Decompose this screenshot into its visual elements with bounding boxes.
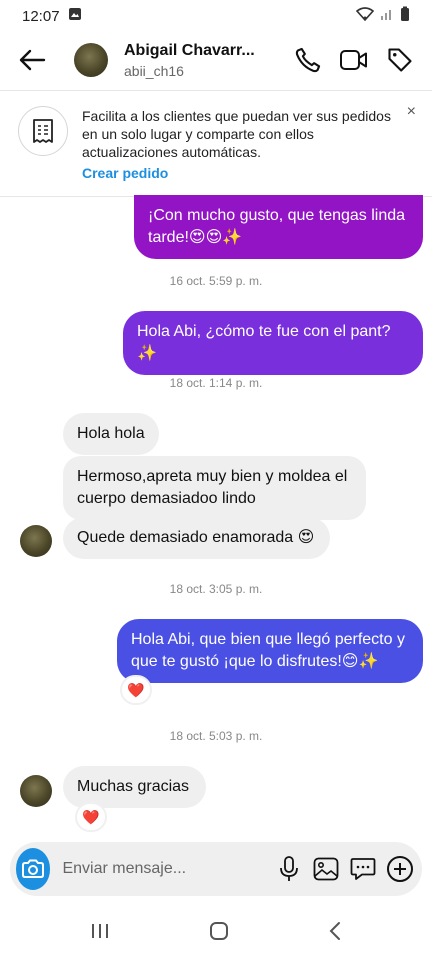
gallery-notification-icon [68,7,82,25]
message-timestamp: 18 oct. 5:03 p. m. [169,729,263,743]
image-icon [313,857,339,881]
quick-replies-button[interactable] [345,847,381,891]
video-camera-icon [340,50,367,70]
status-bar: 12:07 [0,0,432,32]
camera-icon [22,859,45,878]
plus-circle-icon [386,856,413,882]
system-nav-bar [0,906,432,960]
message-input[interactable] [62,860,270,878]
recent-apps-icon [91,923,108,938]
voice-message-button[interactable] [270,847,306,891]
create-order-link[interactable]: Crear pedido [82,165,168,181]
signal-icon [380,7,394,25]
chat-header: Abigail Chavarr... abii_ch16 [0,32,432,88]
contact-username: abii_ch16 [124,62,184,79]
order-banner: Facilita a los clientes que puedan ver s… [0,90,432,197]
message-bubble-incoming[interactable]: Hermoso,apreta muy bien y moldea el cuer… [63,456,366,520]
call-button[interactable] [286,38,330,82]
heart-reaction[interactable]: ❤️ [75,802,107,832]
message-bubble-outgoing[interactable]: Hola Abi, que bien que llegó perfecto y … [117,619,423,683]
contact-info[interactable]: Abigail Chavarr... abii_ch16 [124,42,255,79]
message-bubble-outgoing[interactable]: Hola Abi, ¿cómo te fue con el pant?✨ [123,311,423,375]
message-bubble-incoming[interactable]: Hola hola [63,413,159,455]
receipt-icon [18,106,68,156]
home-button[interactable] [208,920,230,947]
heart-icon: ❤️ [127,681,145,698]
home-icon [209,921,228,940]
label-button[interactable] [378,38,422,82]
contact-avatar-small[interactable] [20,525,52,557]
message-bubble-outgoing[interactable]: ¡Con mucho gusto, que tengas linda tarde… [134,195,423,259]
recent-apps-button[interactable] [89,921,111,946]
close-banner-button[interactable]: × [407,103,416,121]
status-time: 12:07 [22,7,60,25]
chat-bubble-icon [350,858,376,880]
arrow-left-icon [19,49,46,71]
message-timestamp: 18 oct. 1:14 p. m. [169,376,263,390]
contact-name: Abigail Chavarr... [124,41,255,59]
message-composer [10,842,422,896]
more-options-button[interactable] [382,847,418,891]
phone-icon [295,47,321,73]
message-bubble-incoming[interactable]: Quede demasiado enamorada 😍 [63,517,330,559]
wifi-icon [355,7,375,25]
tag-icon [388,48,412,72]
heart-reaction[interactable]: ❤️ [120,675,152,705]
system-back-button[interactable] [327,920,343,947]
message-bubble-incoming[interactable]: Muchas gracias [63,766,206,808]
header-actions [284,38,422,82]
camera-button[interactable] [16,848,51,890]
battery-icon [400,6,410,26]
contact-avatar[interactable] [74,43,108,77]
chevron-left-icon [329,921,341,940]
microphone-icon [279,856,298,881]
heart-icon: ❤️ [82,808,100,825]
message-timestamp: 16 oct. 5:59 p. m. [169,274,263,288]
contact-avatar-small[interactable] [20,775,52,807]
gallery-button[interactable] [308,847,344,891]
message-timestamp: 18 oct. 3:05 p. m. [169,582,263,596]
back-button[interactable] [0,32,64,88]
banner-text: Facilita a los clientes que puedan ver s… [82,108,391,160]
video-call-button[interactable] [332,38,376,82]
